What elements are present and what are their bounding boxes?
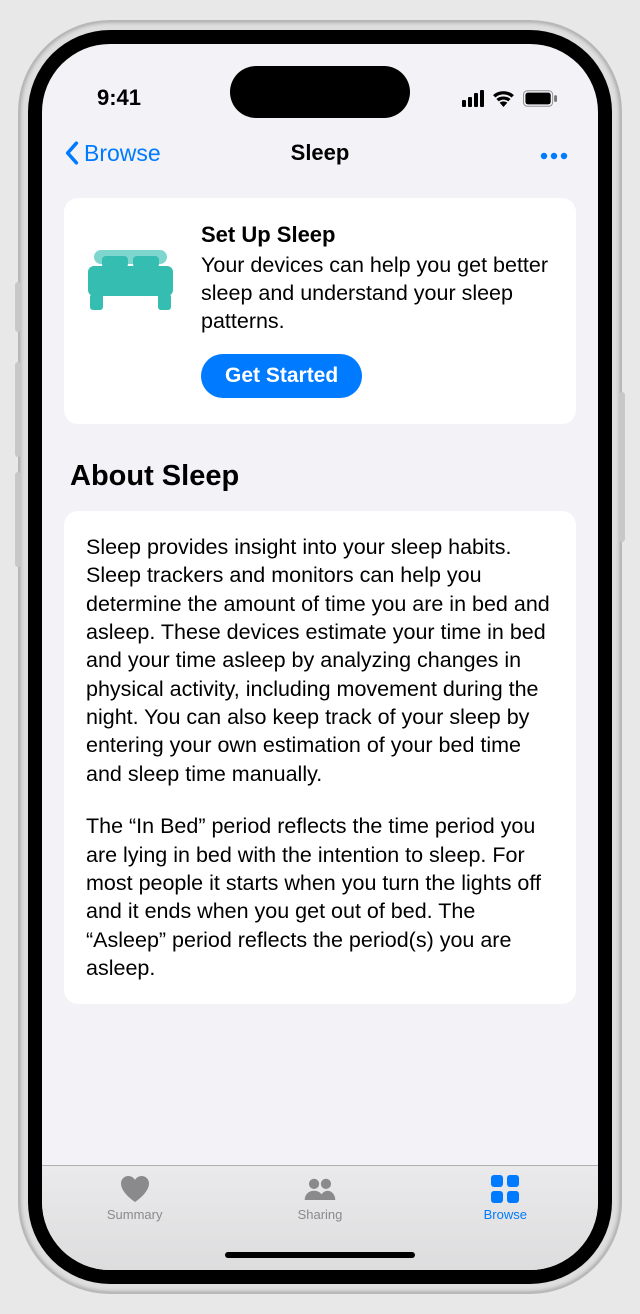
power-button [619,392,625,542]
battery-icon [523,90,558,107]
tab-summary-label: Summary [107,1207,163,1222]
dynamic-island [230,66,410,118]
wifi-icon [492,90,515,107]
tab-browse-label: Browse [484,1207,527,1222]
tab-browse[interactable]: Browse [413,1174,598,1270]
setup-description: Your devices can help you get better sle… [201,252,554,336]
heart-icon [120,1175,150,1203]
volume-down-button [15,472,21,567]
status-time: 9:41 [97,85,141,111]
page-title: Sleep [291,140,350,166]
setup-sleep-card: Set Up Sleep Your devices can help you g… [64,198,576,424]
navigation-bar: Browse Sleep [42,124,598,182]
about-paragraph-1: Sleep provides insight into your sleep h… [86,533,554,788]
chevron-left-icon [64,141,80,165]
get-started-button[interactable]: Get Started [201,354,362,398]
setup-title: Set Up Sleep [201,222,554,248]
about-sleep-card: Sleep provides insight into your sleep h… [64,511,576,1005]
tab-summary[interactable]: Summary [42,1174,227,1270]
home-indicator[interactable] [225,1252,415,1258]
bed-icon [88,250,173,312]
grid-icon [491,1175,519,1203]
tab-sharing-label: Sharing [298,1207,343,1222]
content-scroll[interactable]: Set Up Sleep Your devices can help you g… [42,182,598,1165]
people-icon [303,1176,337,1202]
about-paragraph-2: The “In Bed” period reflects the time pe… [86,812,554,982]
volume-up-button [15,362,21,457]
cellular-signal-icon [462,90,484,107]
back-button[interactable]: Browse [64,140,184,167]
more-icon [540,152,568,160]
back-label: Browse [84,140,161,167]
phone-frame: 9:41 [20,22,620,1292]
silent-switch [15,282,21,332]
more-button[interactable] [456,139,576,167]
about-sleep-heading: About Sleep [70,460,570,493]
